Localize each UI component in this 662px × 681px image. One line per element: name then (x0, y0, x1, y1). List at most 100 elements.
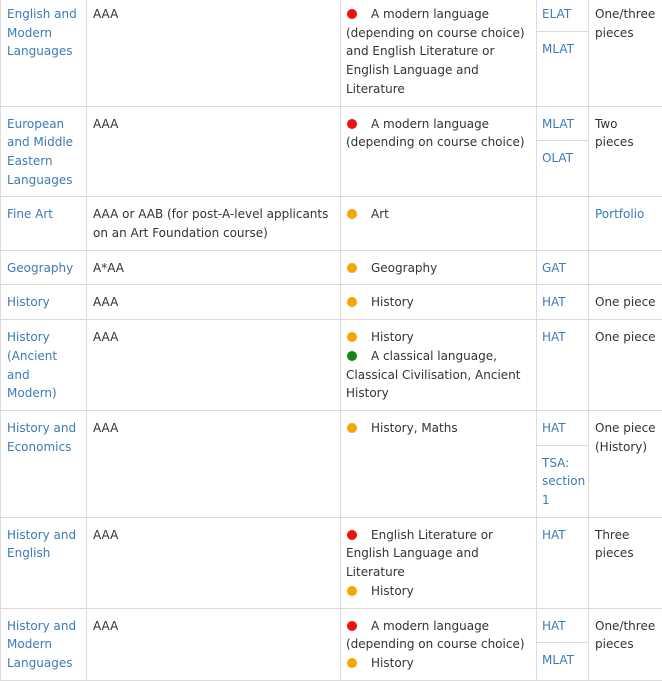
course-link[interactable]: History (Ancient and Modern) (7, 330, 57, 400)
admissions-test-entry: OLAT (537, 140, 588, 175)
admissions-test-link[interactable]: MLAT (542, 42, 574, 56)
written-work-cell: One piece (History) (589, 410, 662, 517)
table-row: English and Modern LanguagesAAAA modern … (1, 0, 662, 106)
essential-dot-icon (347, 621, 357, 631)
requirements-cell: Geography (341, 250, 537, 285)
admissions-test-cell: MLAT OLAT (537, 106, 589, 197)
course-cell: History (1, 285, 87, 320)
course-cell: Fine Art (1, 197, 87, 250)
requirement-text: Geography (371, 261, 437, 275)
requirement-item: History (346, 293, 530, 312)
admissions-test-cell: HAT (537, 517, 589, 608)
requirements-cell: A modern language (depending on course c… (341, 106, 537, 197)
admissions-test-link[interactable]: OLAT (542, 151, 573, 165)
course-cell: English and Modern Languages (1, 0, 87, 106)
admissions-test-link[interactable]: GAT (542, 261, 566, 275)
admissions-test-cell: HAT MLAT (537, 608, 589, 680)
table-row: European and Middle Eastern LanguagesAAA… (1, 106, 662, 197)
written-work-cell: Two pieces (589, 106, 662, 197)
course-cell: Geography (1, 250, 87, 285)
admissions-test-cell (537, 197, 589, 250)
recommended-dot-icon (347, 332, 357, 342)
written-work-text: One piece (595, 330, 656, 344)
admissions-test-entry: HAT (537, 285, 588, 319)
requirement-text: History (371, 330, 414, 344)
admissions-test-link[interactable]: HAT (542, 619, 566, 633)
admissions-test-link[interactable]: HAT (542, 330, 566, 344)
requirements-cell: Art (341, 197, 537, 250)
admissions-test-link[interactable]: HAT (542, 421, 566, 435)
admissions-test-link[interactable]: MLAT (542, 653, 574, 667)
admissions-test-entry: MLAT (537, 107, 588, 141)
essential-dot-icon (347, 119, 357, 129)
requirement-item: English Literature or English Language a… (346, 526, 530, 582)
requirements-cell: English Literature or English Language a… (341, 517, 537, 608)
admissions-test-entry: MLAT (537, 31, 588, 66)
helpful-dot-icon (347, 351, 357, 361)
course-cell: History and Economics (1, 410, 87, 517)
grades-cell: AAA or AAB (for post-A-level applicants … (87, 197, 341, 250)
table-row: History and Modern LanguagesAAAA modern … (1, 608, 662, 680)
grades-cell: AAA (87, 320, 341, 411)
written-work-text: One piece (595, 295, 656, 309)
written-work-text: One piece (History) (595, 421, 656, 454)
course-link[interactable]: History and Modern Languages (7, 619, 76, 670)
course-link[interactable]: Geography (7, 261, 73, 275)
course-cell: History and English (1, 517, 87, 608)
requirement-item: A modern language (depending on course c… (346, 5, 530, 99)
courses-table-body: English and Modern LanguagesAAAA modern … (1, 0, 662, 680)
requirement-text: A classical language, Classical Civilisa… (346, 349, 520, 400)
admissions-test-link[interactable]: TSA: section 1 (542, 456, 585, 507)
written-work-cell: One piece (589, 320, 662, 411)
written-work-text: Two pieces (595, 117, 634, 150)
course-link[interactable]: European and Middle Eastern Languages (7, 117, 73, 187)
course-link[interactable]: History and Economics (7, 421, 76, 454)
grades-cell: AAA (87, 608, 341, 680)
essential-dot-icon (347, 9, 357, 19)
grades-cell: AAA (87, 285, 341, 320)
requirements-cell: A modern language (depending on course c… (341, 608, 537, 680)
requirements-cell: A modern language (depending on course c… (341, 0, 537, 106)
admissions-test-link[interactable]: ELAT (542, 7, 571, 21)
written-work-text: Three pieces (595, 528, 634, 561)
course-cell: History and Modern Languages (1, 608, 87, 680)
requirement-text: English Literature or English Language a… (346, 528, 493, 579)
grades-cell: AAA (87, 517, 341, 608)
recommended-dot-icon (347, 586, 357, 596)
admissions-test-link[interactable]: HAT (542, 295, 566, 309)
course-link[interactable]: English and Modern Languages (7, 7, 77, 58)
table-row: History AAA History HAT One piece (1, 285, 662, 320)
portfolio-link[interactable]: Portfolio (595, 207, 644, 221)
admissions-test-entry: TSA: section 1 (537, 445, 588, 517)
admissions-test-link[interactable]: HAT (542, 528, 566, 542)
requirement-text: A modern language (depending on course c… (346, 117, 525, 150)
written-work-text: One/three pieces (595, 619, 655, 652)
admissions-test-link[interactable]: MLAT (542, 117, 574, 131)
admissions-test-entry: HAT (537, 320, 588, 354)
written-work-cell (589, 250, 662, 285)
written-work-text: One/three pieces (595, 7, 655, 40)
admissions-test-cell: ELAT MLAT (537, 0, 589, 106)
requirement-text: Art (371, 207, 389, 221)
requirement-item: A classical language, Classical Civilisa… (346, 347, 530, 403)
written-work-cell: Three pieces (589, 517, 662, 608)
written-work-cell: One piece (589, 285, 662, 320)
courses-table: English and Modern LanguagesAAAA modern … (0, 0, 662, 681)
requirement-text: History (371, 584, 414, 598)
grades-cell: AAA (87, 106, 341, 197)
course-link[interactable]: History and English (7, 528, 76, 561)
admissions-test-entry: GAT (537, 251, 588, 285)
recommended-dot-icon (347, 658, 357, 668)
course-link[interactable]: Fine Art (7, 207, 53, 221)
course-cell: History (Ancient and Modern) (1, 320, 87, 411)
course-link[interactable]: History (7, 295, 50, 309)
requirement-item: Geography (346, 259, 530, 278)
table-row: History and EconomicsAAAHistory, MathsHA… (1, 410, 662, 517)
requirements-cell: History A classical language, Classical C… (341, 320, 537, 411)
admissions-test-entry: ELAT (537, 0, 588, 31)
essential-dot-icon (347, 530, 357, 540)
table-row: GeographyA*AAGeographyGAT (1, 250, 662, 285)
recommended-dot-icon (347, 423, 357, 433)
admissions-test-cell: HAT TSA: section 1 (537, 410, 589, 517)
written-work-cell: One/three pieces (589, 0, 662, 106)
